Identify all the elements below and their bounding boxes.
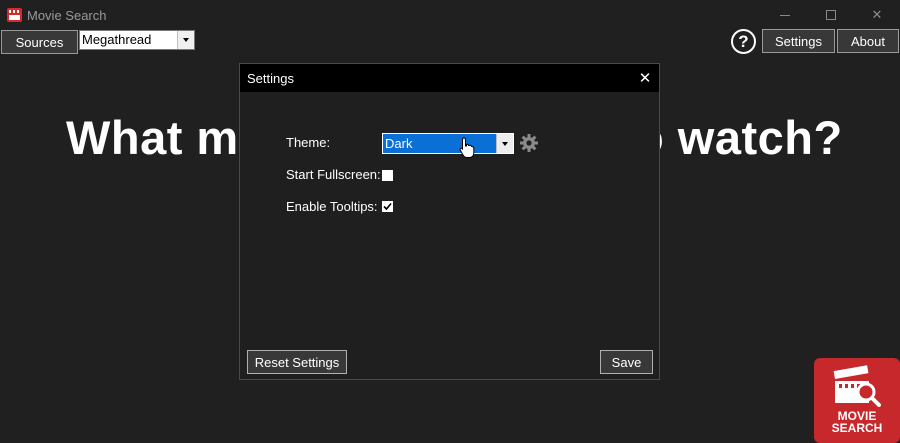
title-bar: Movie Search ✕	[0, 0, 900, 30]
app-icon	[7, 8, 22, 22]
theme-label: Theme:	[286, 135, 331, 150]
help-icon[interactable]: ?	[731, 29, 756, 54]
chevron-down-icon[interactable]	[177, 31, 194, 49]
tooltips-checkbox[interactable]	[382, 201, 393, 212]
theme-select-value: Dark	[385, 136, 413, 151]
fullscreen-label: Start Fullscreen:	[286, 167, 381, 182]
close-window-button[interactable]: ✕	[854, 0, 900, 30]
theme-select[interactable]: Dark	[382, 133, 514, 154]
sources-button[interactable]: Sources	[1, 30, 78, 54]
maximize-icon	[826, 10, 836, 20]
source-select[interactable]: Megathread	[79, 30, 195, 50]
maximize-button[interactable]	[808, 0, 854, 30]
tooltips-label: Enable Tooltips:	[286, 199, 378, 214]
minimize-icon	[780, 14, 790, 16]
logo-text-line2: SEARCH	[831, 421, 883, 435]
dialog-header: Settings ✕	[240, 64, 659, 92]
hand-cursor-icon	[459, 137, 475, 158]
gear-icon[interactable]	[519, 133, 539, 153]
source-select-value: Megathread	[82, 32, 152, 47]
headline-right: o watch?	[635, 111, 843, 164]
headline-left: What m	[66, 111, 239, 164]
movie-search-logo: MOVIE SEARCH	[814, 358, 900, 443]
dialog-title: Settings	[247, 71, 294, 86]
chevron-down-icon[interactable]	[496, 134, 513, 153]
save-button[interactable]: Save	[600, 350, 653, 374]
close-icon[interactable]: ✕	[636, 69, 654, 87]
reset-settings-button[interactable]: Reset Settings	[247, 350, 347, 374]
about-button[interactable]: About	[837, 29, 899, 53]
settings-dialog: Settings ✕ Theme: Dark Start Fullscreen:…	[239, 63, 660, 380]
checkmark-icon	[383, 202, 392, 211]
minimize-button[interactable]	[762, 0, 808, 30]
settings-button[interactable]: Settings	[762, 29, 835, 53]
fullscreen-checkbox[interactable]	[382, 170, 393, 181]
window-title: Movie Search	[27, 8, 107, 23]
clapperboard-icon	[833, 365, 881, 407]
